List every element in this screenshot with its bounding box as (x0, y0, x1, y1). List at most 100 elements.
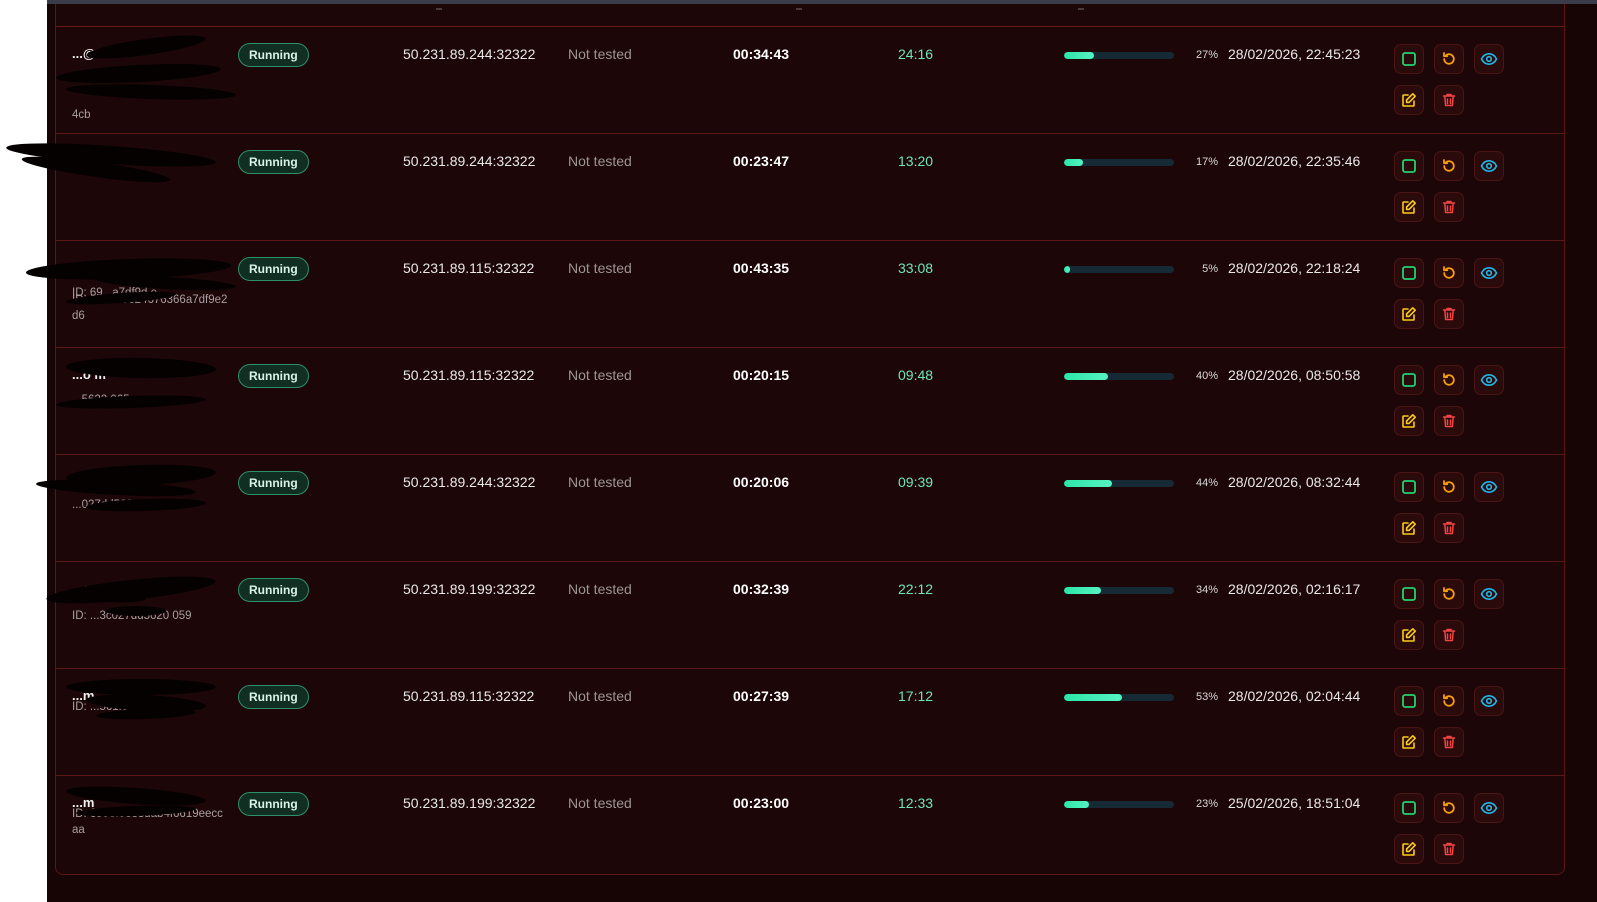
restart-icon (1443, 480, 1455, 493)
sessions-table: ...@ ... 4cb Running 50.231.89.244:32322… (5, 4, 1565, 875)
view-button[interactable] (1474, 793, 1504, 823)
edit-button[interactable] (1394, 192, 1424, 222)
test-status: Not tested (568, 153, 632, 169)
stop-button[interactable] (1394, 151, 1424, 181)
test-status: Not tested (568, 367, 632, 383)
stop-square-icon (1402, 159, 1416, 173)
stop-button[interactable] (1394, 365, 1424, 395)
restart-icon (1443, 694, 1455, 707)
stop-button[interactable] (1394, 793, 1424, 823)
delete-button[interactable] (1434, 192, 1464, 222)
redaction-mark (66, 679, 216, 695)
table-row: ...@ ... 4cb Running 50.231.89.244:32322… (55, 27, 1564, 134)
edit-button[interactable] (1394, 406, 1424, 436)
delete-button[interactable] (1434, 406, 1464, 436)
trash-icon (1442, 200, 1456, 214)
created-timestamp: 28/02/2026, 22:45:23 (1228, 46, 1361, 62)
progress-percent: 34% (1195, 584, 1218, 596)
progress-percent: 44% (1195, 477, 1218, 489)
restart-button[interactable] (1434, 44, 1464, 74)
proxy-ip: 50.231.89.244:32322 (403, 153, 536, 169)
edit-icon (1402, 93, 1416, 107)
progress-bar (1064, 801, 1174, 808)
stop-button[interactable] (1394, 258, 1424, 288)
session-duration: 00:23:47 (733, 153, 790, 169)
stop-button[interactable] (1394, 686, 1424, 716)
created-timestamp: 28/02/2026, 22:18:24 (1228, 260, 1361, 276)
edit-button[interactable] (1394, 834, 1424, 864)
view-button[interactable] (1474, 258, 1504, 288)
status-badge: Running (238, 150, 309, 174)
stop-button[interactable] (1394, 472, 1424, 502)
delete-button[interactable] (1434, 834, 1464, 864)
restart-button[interactable] (1434, 793, 1464, 823)
created-timestamp: 28/02/2026, 02:16:17 (1228, 581, 1361, 597)
edit-button[interactable] (1394, 299, 1424, 329)
eye-icon (1480, 52, 1498, 66)
view-button[interactable] (1474, 579, 1504, 609)
redaction-mark (106, 606, 166, 616)
progress-fill (1064, 373, 1108, 380)
restart-button[interactable] (1434, 472, 1464, 502)
edit-icon (1402, 307, 1416, 321)
view-button[interactable] (1474, 151, 1504, 181)
header-fragment (1078, 4, 1084, 10)
test-status: Not tested (568, 260, 632, 276)
test-status: Not tested (568, 46, 632, 62)
table-row: ...ai ... ID: 69a319624676366a7df9e2d6 R… (5, 134, 1564, 322)
trash-icon (1442, 93, 1456, 107)
restart-icon (1443, 52, 1455, 65)
edit-button[interactable] (1394, 620, 1424, 650)
proxy-ip: 50.231.89.199:32322 (403, 581, 536, 597)
status-badge: Running (238, 792, 309, 816)
stop-square-icon (1402, 266, 1416, 280)
view-button[interactable] (1474, 472, 1504, 502)
edit-button[interactable] (1394, 85, 1424, 115)
eye-icon (1480, 587, 1498, 601)
stop-square-icon (1402, 480, 1416, 494)
header-fragment (796, 4, 802, 10)
edit-icon (1402, 842, 1416, 856)
created-timestamp: 28/02/2026, 08:50:58 (1228, 367, 1361, 383)
progress-fill (1064, 801, 1090, 808)
view-button[interactable] (1474, 44, 1504, 74)
edit-icon (1402, 628, 1416, 642)
stop-square-icon (1402, 373, 1416, 387)
restart-button[interactable] (1434, 151, 1464, 181)
status-badge: Running (238, 257, 309, 281)
delete-button[interactable] (1434, 299, 1464, 329)
trash-icon (1442, 628, 1456, 642)
delete-button[interactable] (1434, 727, 1464, 757)
proxy-ip: 50.231.89.244:32322 (403, 46, 536, 62)
created-timestamp: 28/02/2026, 22:35:46 (1228, 153, 1361, 169)
view-button[interactable] (1474, 686, 1504, 716)
delete-button[interactable] (1434, 620, 1464, 650)
stop-square-icon (1402, 52, 1416, 66)
restart-icon (1443, 373, 1455, 386)
restart-button[interactable] (1434, 686, 1464, 716)
stop-button[interactable] (1394, 44, 1424, 74)
proxy-ip: 50.231.89.244:32322 (403, 474, 536, 490)
eye-icon (1480, 159, 1498, 173)
session-duration: 00:34:43 (733, 46, 790, 62)
edit-button[interactable] (1394, 727, 1424, 757)
table-row: ...ons23@ ... ID: ...3c027dd5620 059 Run… (45, 562, 1564, 669)
stop-button[interactable] (1394, 579, 1424, 609)
edit-icon (1402, 735, 1416, 749)
trash-icon (1442, 307, 1456, 321)
edit-icon (1402, 521, 1416, 535)
stop-square-icon (1402, 801, 1416, 815)
delete-button[interactable] (1434, 513, 1464, 543)
trash-icon (1442, 521, 1456, 535)
restart-button[interactable] (1434, 258, 1464, 288)
restart-button[interactable] (1434, 579, 1464, 609)
edit-icon (1402, 200, 1416, 214)
delete-button[interactable] (1434, 85, 1464, 115)
session-duration: 00:20:06 (733, 474, 790, 490)
edit-icon (1402, 414, 1416, 428)
restart-button[interactable] (1434, 365, 1464, 395)
test-status: Not tested (568, 795, 632, 811)
view-button[interactable] (1474, 365, 1504, 395)
edit-button[interactable] (1394, 513, 1424, 543)
progress-fill (1064, 52, 1094, 59)
